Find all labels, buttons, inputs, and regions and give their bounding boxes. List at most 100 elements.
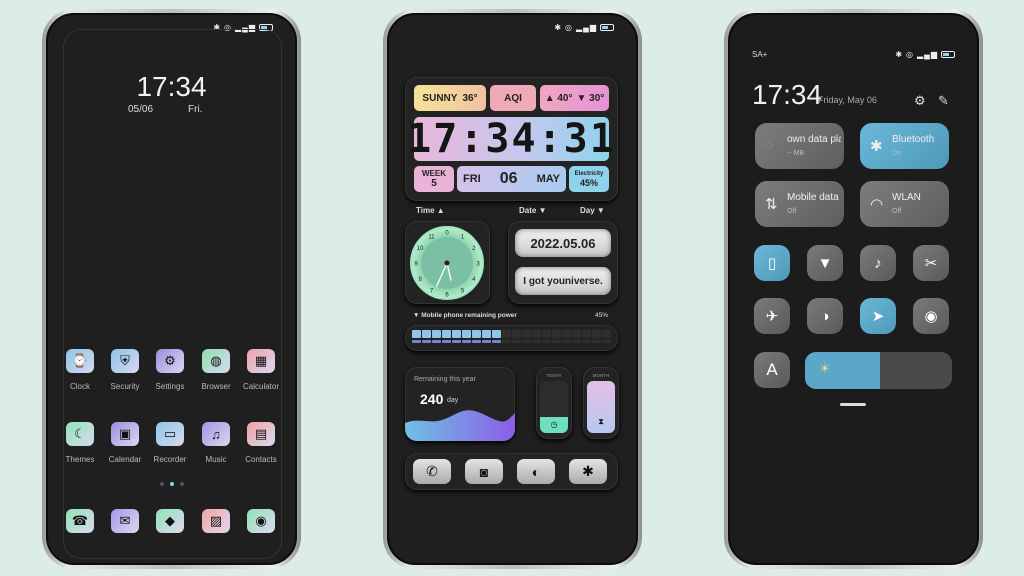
app-recorder[interactable]: ▭ Recorder (148, 422, 192, 464)
screenshot-toggle[interactable]: ✂ (913, 245, 949, 281)
carrier-label: SA+ (752, 50, 768, 59)
eye-toggle[interactable]: ◉ (913, 298, 949, 334)
brightness-fill (805, 352, 880, 389)
location-arrow-toggle[interactable]: ➤ (860, 298, 896, 334)
date-text-widget[interactable]: 2022.05.06 I got youniverse. (508, 221, 618, 304)
electricity-box: Electricity 45% (569, 166, 609, 192)
phone-icon[interactable]: ✆ (413, 459, 451, 484)
app-calculator[interactable]: ▦ Calculator (239, 349, 283, 391)
electricity-value: 45% (579, 178, 598, 188)
power-segment-sub (502, 340, 511, 343)
app-contacts[interactable]: ▤ Contacts (239, 422, 283, 464)
temperature-range-box: ▲ 40° ▼ 30° (540, 85, 609, 111)
power-bar-widget (405, 325, 618, 351)
settings-gear-icon[interactable]: ⚙ (914, 93, 926, 109)
phone-icon: ☎ (66, 509, 94, 533)
radio-icon: ▭ (156, 422, 184, 446)
tile-mobile-data[interactable]: ⇅ Mobile data Off (755, 181, 844, 227)
bluetooth-icon: ✱ (554, 23, 563, 32)
app-calendar[interactable]: ▣ Calendar (103, 422, 147, 464)
sun-icon: ☀ (819, 361, 831, 376)
page-dot[interactable] (179, 482, 184, 486)
temp-high: ▲ 40° (544, 92, 573, 104)
tile-subtitle: -- MB (787, 150, 805, 157)
today-widget[interactable]: TODAY ◷ (536, 367, 572, 439)
home-indicator[interactable] (840, 403, 866, 406)
contacts-book-icon: ▤ (247, 422, 275, 446)
power-segment (422, 330, 431, 338)
dock-app[interactable]: ✉ (103, 509, 147, 533)
dock-app[interactable]: ◉ (239, 509, 283, 533)
globe-icon[interactable]: ◐ (517, 459, 555, 484)
font-size-button[interactable]: A (754, 352, 790, 388)
date-label[interactable]: Date ▼ (519, 206, 546, 215)
power-segment-sub (422, 340, 431, 343)
contrast-toggle[interactable]: ◑ (807, 298, 843, 334)
brightness-slider[interactable]: ☀ (805, 352, 952, 389)
power-segment-sub (472, 340, 481, 343)
full-date: 2022.05.06 (515, 229, 611, 257)
clock-weekday: Fri. (188, 104, 203, 115)
calculator-icon: ▦ (247, 349, 275, 373)
power-segment-sub (432, 340, 441, 343)
app-label: Calculator (242, 382, 279, 391)
app-browser[interactable]: ◍ Browser (194, 349, 238, 391)
home-screen: ✱ ◎ ▂▄▆ 17:34 05/06 Fri. ⌚ Clock ⛨ Security ⚙ S… (46, 13, 297, 565)
day-label[interactable]: Day ▼ (580, 206, 605, 215)
edit-icon[interactable]: ✎ (938, 93, 949, 109)
time-label[interactable]: Time ▲ (416, 206, 445, 215)
power-segment (602, 330, 611, 338)
power-percent: 45% (595, 312, 609, 319)
flashlight-toggle[interactable]: ▼ (807, 245, 843, 281)
remaining-year-widget[interactable]: Remaining this year 240 day (405, 367, 515, 441)
battery-icon (600, 24, 614, 31)
slogan: I got youniverse. (515, 267, 611, 295)
month-widget[interactable]: MONTH ⧗ (583, 367, 619, 439)
bell-toggle[interactable]: ♪ (860, 245, 896, 281)
power-segment (532, 330, 541, 338)
dock-app[interactable]: ◆ (148, 509, 192, 533)
page-indicator[interactable] (48, 482, 295, 486)
camera-icon[interactable]: ◙ (465, 459, 503, 484)
page-dot[interactable] (159, 482, 164, 486)
analog-clock: 01234567891011 (410, 226, 484, 300)
tile-title: own data plan (787, 134, 841, 145)
airplane-toggle[interactable]: ✈ (754, 298, 790, 334)
tile-bluetooth[interactable]: ✱ Bluetooth On (860, 123, 949, 169)
app-music[interactable]: ♫ Music (194, 422, 238, 464)
control-center-screen: SA+ ✱ ◎ ▂▄▆ 17:34 Friday, May 06 ⚙ ✎ ◌ own … (728, 13, 979, 565)
analog-clock-widget[interactable]: 0 1 2 3 4 5 6 7 8 9 10 11 (405, 221, 490, 304)
tile-own-data-plan[interactable]: ◌ own data plan -- MB (755, 123, 844, 169)
app-label: Themes (65, 455, 95, 464)
power-segment (512, 330, 521, 338)
weather-condition: SUNNY (422, 92, 458, 104)
gallery-icon: ▨ (202, 509, 230, 533)
tile-wlan[interactable]: ◠ WLAN Off (860, 181, 949, 227)
dock-app[interactable]: ▨ (194, 509, 238, 533)
app-security[interactable]: ⛨ Security (103, 349, 147, 391)
wave-graphic (405, 410, 515, 441)
app-themes[interactable]: ☾ Themes (58, 422, 102, 464)
power-segment (562, 330, 571, 338)
shield-icon: ⛨ (111, 349, 139, 373)
day-name: FRI (463, 173, 481, 185)
lcd-clock-widget[interactable]: SUNNY 36° AQI ▲ 40° ▼ 30° 17:34:31 WEEK 5 F… (405, 77, 618, 201)
hourglass-icon: ⧗ (587, 381, 615, 433)
vibrate-toggle[interactable]: ▯ (754, 245, 790, 281)
date-box: FRI 06 MAY (457, 166, 566, 192)
app-settings[interactable]: ⚙ Settings (148, 349, 192, 391)
puzzle-icon[interactable]: ✱ (569, 459, 607, 484)
dock-app[interactable]: ☎ (58, 509, 102, 533)
aqi-box: AQI (490, 85, 536, 111)
day-number: 06 (499, 170, 518, 187)
phone-control-center: SA+ ✱ ◎ ▂▄▆ 17:34 Friday, May 06 ⚙ ✎ ◌ own … (724, 9, 983, 569)
app-label: Calendar (108, 455, 142, 464)
app-clock[interactable]: ⌚ Clock (58, 349, 102, 391)
widget-screen: ✱ ◎ ▂▄▆ SUNNY 36° AQI ▲ 40° ▼ 30° 17:34:31 W… (387, 13, 638, 565)
power-segment (492, 330, 501, 338)
widget-frame (63, 29, 282, 559)
bluetooth-icon: ✱ (895, 50, 904, 59)
page-dot[interactable] (169, 482, 174, 486)
alarm-icon: ◎ (565, 23, 574, 32)
month-name: MAY (536, 173, 560, 185)
